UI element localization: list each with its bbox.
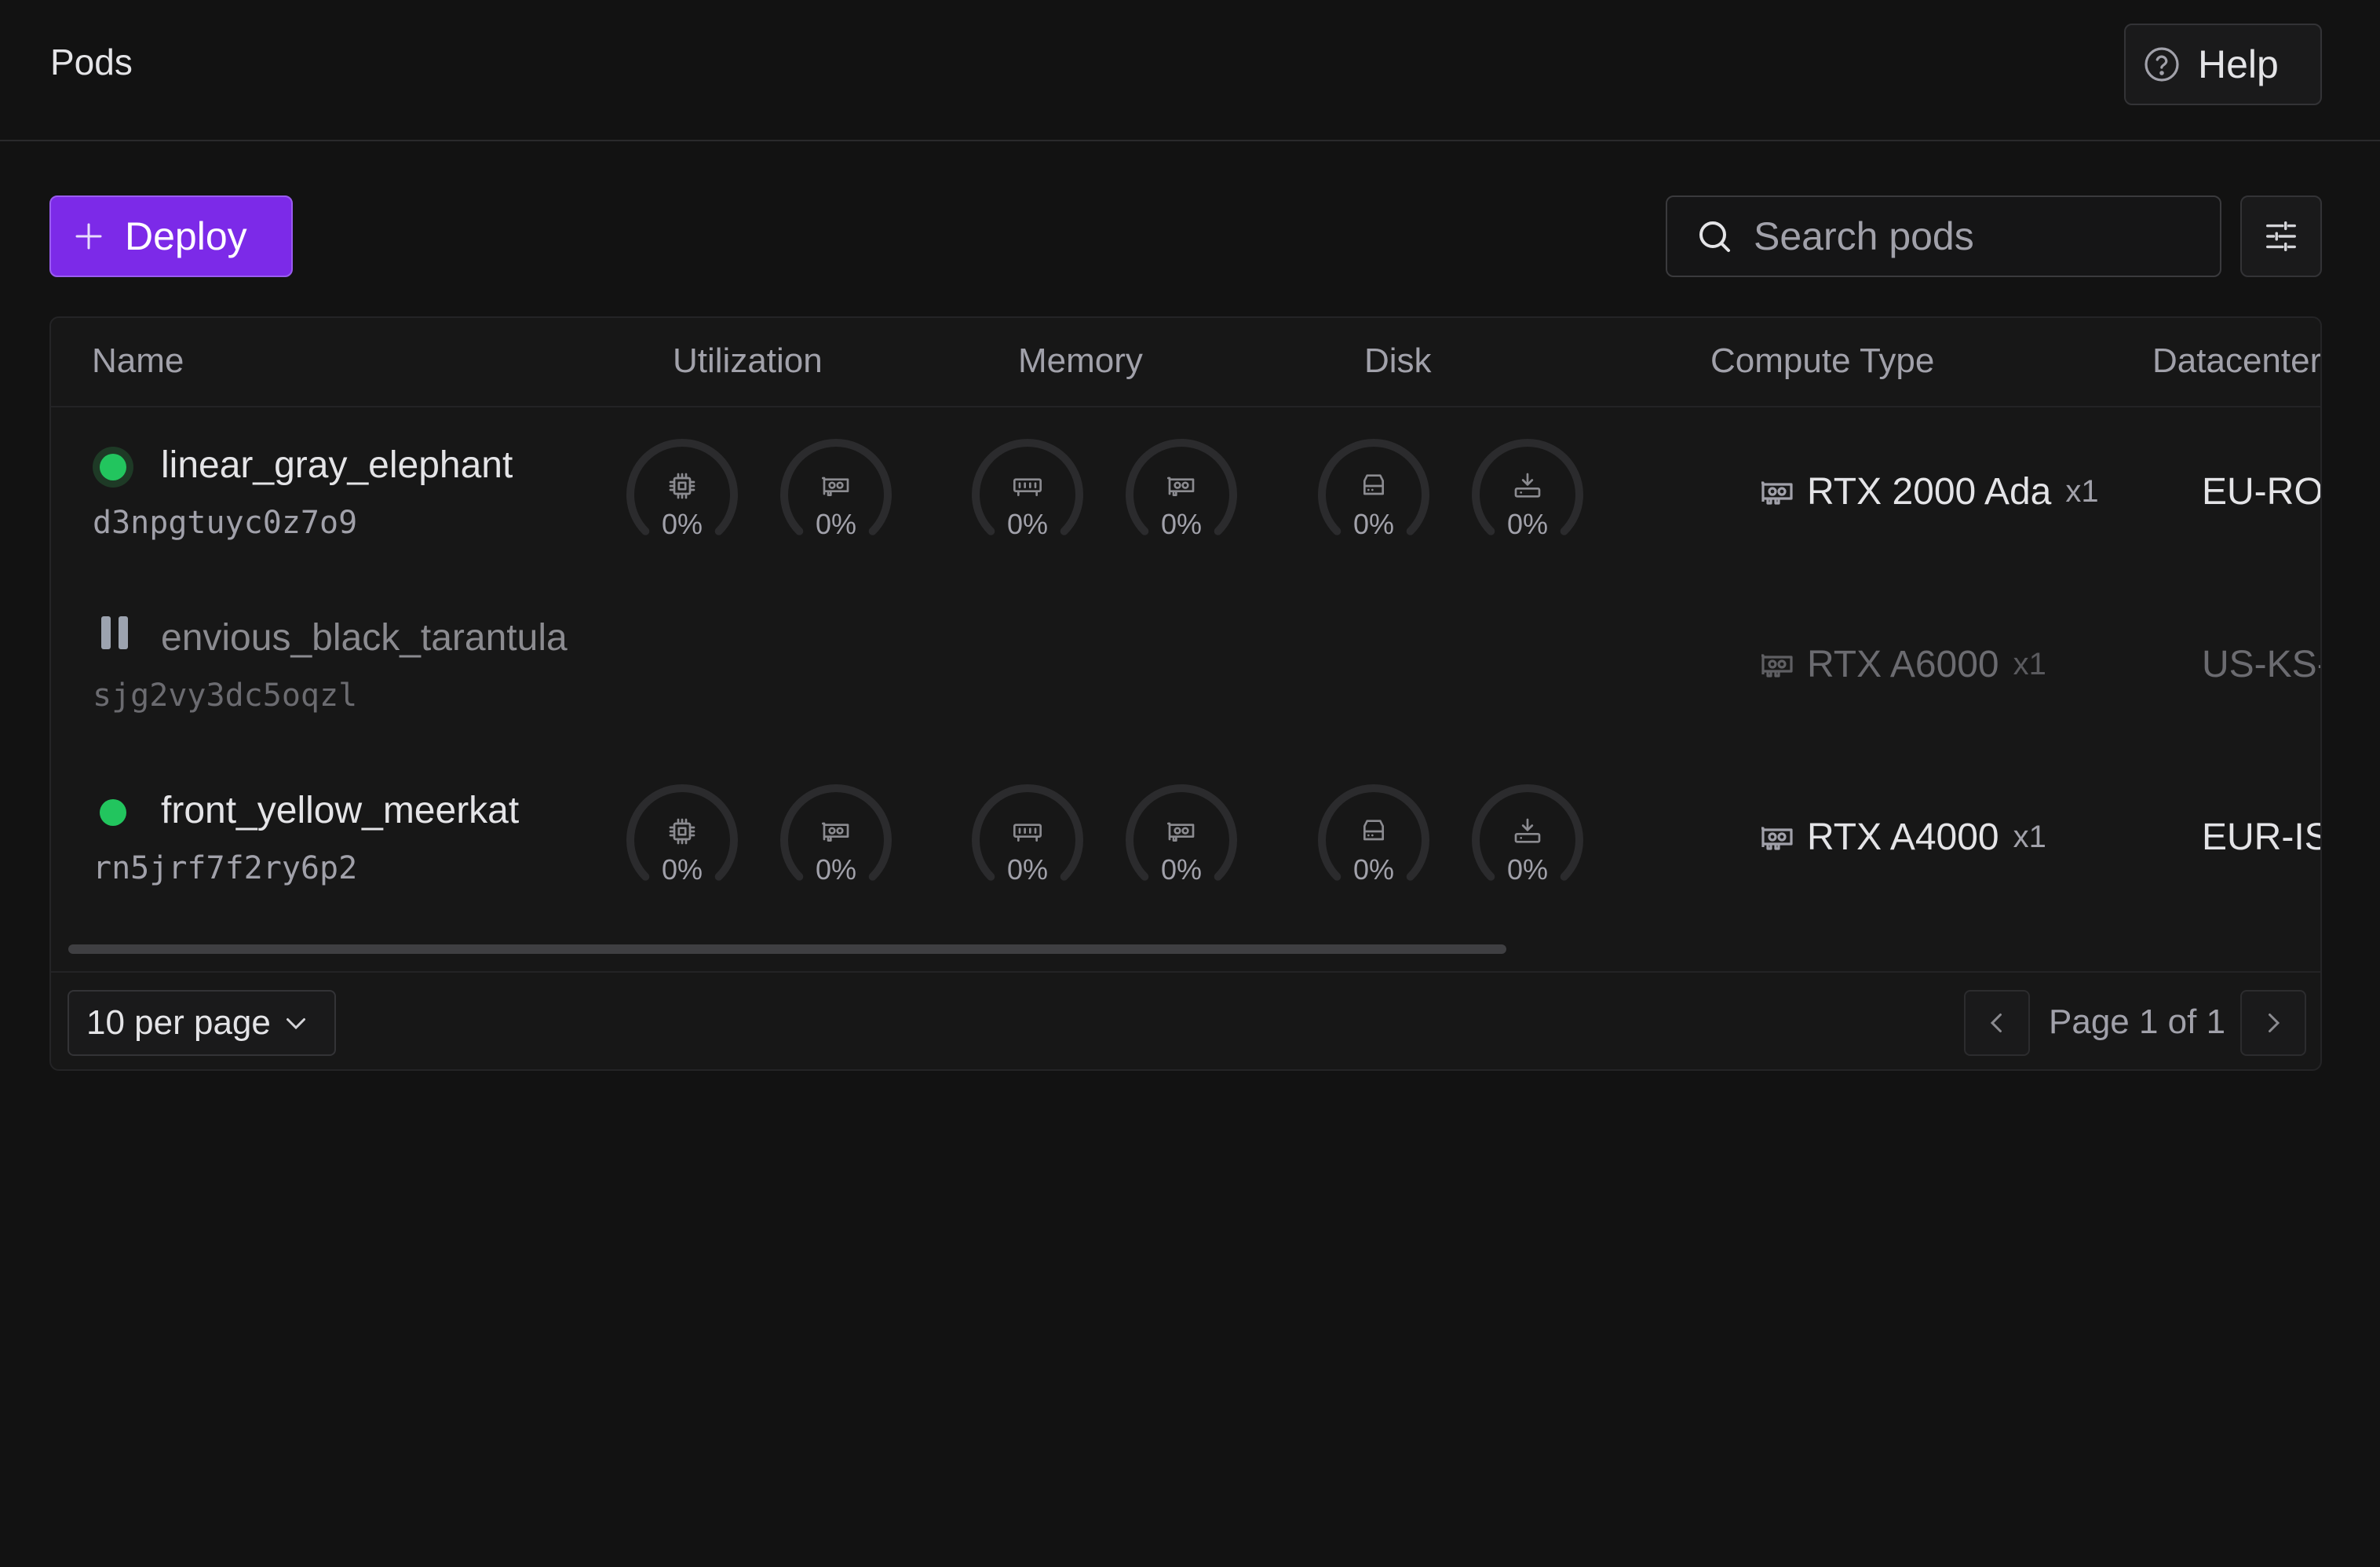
hard-drive-icon xyxy=(1363,474,1384,495)
usage-gauge: 0% xyxy=(1469,781,1586,899)
gauge-value: 0% xyxy=(1006,508,1049,540)
filter-button[interactable] xyxy=(2240,195,2322,277)
table-row[interactable]: envious_black_tarantula sjg2vy3dc5oqzl R… xyxy=(51,580,2320,753)
usage-gauge: 0% xyxy=(777,781,895,899)
gpu-count: x1 xyxy=(2013,647,2046,681)
compute-type: RTX A6000 x1 xyxy=(1758,643,2046,686)
previous-page-button[interactable] xyxy=(1964,990,2030,1056)
sliders-icon xyxy=(2266,221,2296,251)
chevron-down-icon xyxy=(286,1018,305,1030)
next-page-button[interactable] xyxy=(2240,990,2306,1056)
compute-type: RTX 2000 Ada x1 xyxy=(1758,470,2099,513)
column-header-name[interactable]: Name xyxy=(92,342,184,381)
volume-disk-icon xyxy=(1514,818,1541,843)
chevron-right-icon xyxy=(2269,1014,2280,1032)
memory-icon xyxy=(1013,478,1042,496)
gpu-icon xyxy=(1761,480,1793,505)
gauge-value: 0% xyxy=(815,853,857,886)
gpu-memory-icon xyxy=(1167,822,1195,842)
pod-id[interactable]: sjg2vy3dc5oqzl xyxy=(93,678,357,714)
pod-id[interactable]: rn5jrf7f2ry6p2 xyxy=(93,850,357,886)
chevron-left-icon xyxy=(1990,1014,2002,1032)
gpu-memory-icon xyxy=(1167,477,1195,496)
page-indicator: Page 1 of 1 xyxy=(2049,1003,2226,1041)
usage-gauge: 0% xyxy=(969,436,1086,553)
table-header: Name Utilization Memory Disk Compute Typ… xyxy=(51,318,2320,407)
deploy-button[interactable]: Deploy xyxy=(49,195,293,277)
cpu-icon xyxy=(669,818,695,845)
column-header-utilization[interactable]: Utilization xyxy=(673,342,823,381)
datacenter: EUR-IS-1 xyxy=(2202,816,2320,858)
gpu-count: x1 xyxy=(2065,474,2099,509)
compute-type: RTX A4000 x1 xyxy=(1758,816,2046,859)
column-header-disk[interactable]: Disk xyxy=(1364,342,1432,381)
datacenter: EU-RO-1 xyxy=(2202,471,2322,513)
gpu-icon xyxy=(822,822,849,842)
usage-gauge: 0% xyxy=(623,781,741,899)
table-row[interactable]: front_yellow_meerkat rn5jrf7f2ry6p2 RTX … xyxy=(51,753,2320,926)
volume-disk-icon xyxy=(1514,473,1541,498)
gpu-icon xyxy=(1761,826,1793,850)
deploy-button-label: Deploy xyxy=(125,214,247,258)
per-page-label: 10 per page xyxy=(86,1003,271,1042)
usage-gauge: 0% xyxy=(623,436,741,553)
status-running-indicator xyxy=(93,447,133,488)
column-header-memory[interactable]: Memory xyxy=(1018,342,1143,381)
pod-name[interactable]: linear_gray_elephant xyxy=(161,444,513,487)
usage-gauge: 0% xyxy=(1315,781,1433,899)
usage-gauge: 0% xyxy=(777,436,895,553)
search-input[interactable] xyxy=(1754,214,2193,259)
column-header-datacenter[interactable]: Datacenter xyxy=(2152,342,2320,381)
memory-icon xyxy=(1013,824,1042,842)
help-button[interactable]: Help xyxy=(2124,24,2322,105)
top-bar: Pods Help xyxy=(0,0,2380,141)
gauge-value: 0% xyxy=(661,508,703,540)
status-running-indicator xyxy=(93,792,133,833)
table-footer: 10 per page Page 1 of 1 xyxy=(51,971,2320,1069)
datacenter: US-KS-2 xyxy=(2202,644,2320,685)
search-icon xyxy=(1699,221,1730,252)
usage-gauge: 0% xyxy=(969,781,1086,899)
horizontal-scrollbar[interactable] xyxy=(68,944,1506,954)
help-circle-icon xyxy=(2145,47,2179,82)
gauge-value: 0% xyxy=(1506,853,1549,886)
help-button-label: Help xyxy=(2198,42,2279,86)
gpu-icon xyxy=(822,477,849,496)
compute-type-label: RTX 2000 Ada xyxy=(1807,471,2052,513)
usage-gauge: 0% xyxy=(1122,781,1240,899)
table-row[interactable]: linear_gray_elephant d3npgtuyc0z7o9 RTX … xyxy=(51,407,2322,580)
usage-gauge: 0% xyxy=(1122,436,1240,553)
gauge-value: 0% xyxy=(1352,508,1395,540)
gauge-value: 0% xyxy=(1006,853,1049,886)
compute-type-label: RTX A4000 xyxy=(1807,816,1999,858)
gpu-count: x1 xyxy=(2013,820,2046,854)
pod-id[interactable]: d3npgtuyc0z7o9 xyxy=(93,505,357,541)
pod-name[interactable]: envious_black_tarantula xyxy=(161,616,568,659)
hard-drive-icon xyxy=(1363,820,1384,841)
gpu-icon xyxy=(1761,653,1793,678)
pods-table: Name Utilization Memory Disk Compute Typ… xyxy=(49,316,2322,1071)
pod-name[interactable]: front_yellow_meerkat xyxy=(161,789,519,832)
gauge-value: 0% xyxy=(815,508,857,540)
compute-type-label: RTX A6000 xyxy=(1807,644,1999,685)
usage-gauge: 0% xyxy=(1315,436,1433,553)
search-box[interactable] xyxy=(1666,195,2221,277)
column-header-compute-type[interactable]: Compute Type xyxy=(1710,342,1934,381)
cpu-icon xyxy=(669,473,695,499)
usage-gauge: 0% xyxy=(1469,436,1586,553)
page-title: Pods xyxy=(50,42,133,82)
gauge-value: 0% xyxy=(1506,508,1549,540)
plus-icon xyxy=(75,223,102,250)
pause-icon xyxy=(101,616,130,649)
gauge-value: 0% xyxy=(1160,853,1203,886)
per-page-select[interactable]: 10 per page xyxy=(68,990,336,1056)
gauge-value: 0% xyxy=(661,853,703,886)
gauge-value: 0% xyxy=(1160,508,1203,540)
gauge-value: 0% xyxy=(1352,853,1395,886)
